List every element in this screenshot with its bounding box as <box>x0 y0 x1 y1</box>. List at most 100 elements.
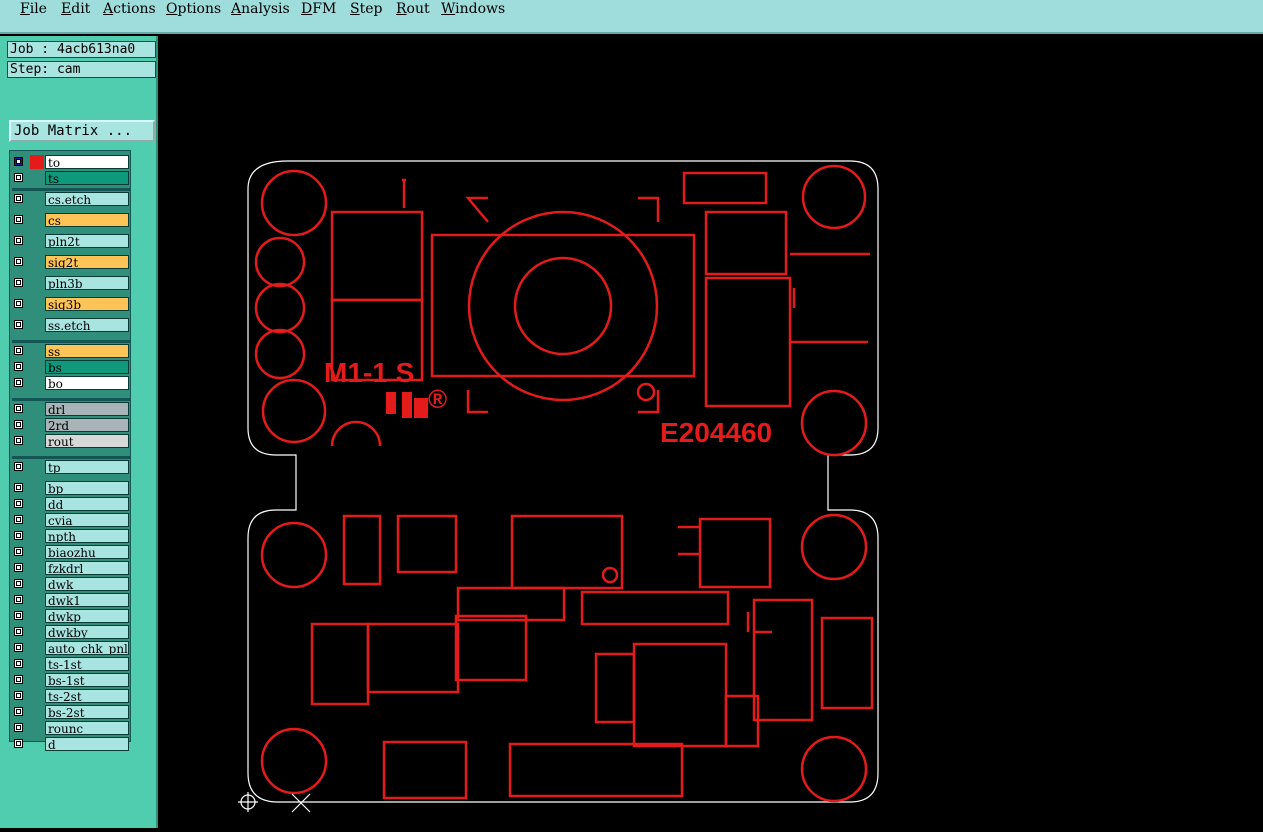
layer-checkbox[interactable] <box>14 404 23 413</box>
layer-row[interactable]: bo <box>12 376 130 391</box>
pad <box>254 236 306 288</box>
layer-row[interactable]: dwkby <box>12 625 130 640</box>
layer-checkbox[interactable] <box>14 563 23 572</box>
layer-row[interactable]: dd <box>12 497 130 512</box>
layer-row[interactable]: auto_chk_pnl <box>12 641 130 656</box>
layer-checkbox[interactable] <box>14 462 23 471</box>
graphics-canvas[interactable]: M1-1 S E204460 ® <box>160 36 1263 828</box>
layer-name: d <box>45 737 129 751</box>
layer-row[interactable]: dwk1 <box>12 593 130 608</box>
layer-row[interactable]: d <box>12 737 130 752</box>
layer-list: to ts cs.etch cs pln2t sig2t pln3b sig3b ss.etch… <box>9 150 131 751</box>
layer-checkbox[interactable] <box>14 675 23 684</box>
layer-row[interactable]: drl <box>12 402 130 417</box>
layer-checkbox[interactable] <box>14 627 23 636</box>
layer-name: ts-1st <box>45 657 129 671</box>
layer-checkbox[interactable] <box>14 483 23 492</box>
layer-name: 2rd <box>45 418 129 432</box>
layer-checkbox[interactable] <box>14 173 23 182</box>
layer-row[interactable]: sig3b <box>12 297 130 312</box>
layer-checkbox[interactable] <box>14 643 23 652</box>
hole <box>260 169 328 237</box>
layer-row[interactable]: to <box>12 155 130 170</box>
layer-checkbox[interactable] <box>14 257 23 266</box>
silk-registered-mark: ® <box>428 384 447 414</box>
pad <box>636 382 656 402</box>
layer-checkbox[interactable] <box>14 515 23 524</box>
layer-name: drl <box>45 402 129 416</box>
layer-row[interactable]: pln2t <box>12 234 130 249</box>
layer-checkbox[interactable] <box>14 436 23 445</box>
layer-row[interactable]: tp <box>12 460 130 475</box>
layer-checkbox[interactable] <box>14 215 23 224</box>
layer-checkbox[interactable] <box>14 194 23 203</box>
layer-color-swatch <box>30 155 44 169</box>
layer-row[interactable]: ts-2st <box>12 689 130 704</box>
layer-row[interactable]: biaozhu <box>12 545 130 560</box>
hole <box>800 389 868 457</box>
layer-checkbox[interactable] <box>14 320 23 329</box>
layer-checkbox[interactable] <box>14 739 23 748</box>
menu-actions[interactable]: Actions <box>103 1 156 17</box>
menu-step[interactable]: Step <box>350 1 382 17</box>
menu-rout[interactable]: Rout <box>396 1 430 17</box>
layer-checkbox[interactable] <box>14 499 23 508</box>
silk-model-text: M1-1 S <box>324 357 414 388</box>
layer-row[interactable]: bs-2st <box>12 705 130 720</box>
layer-checkbox[interactable] <box>14 362 23 371</box>
layer-row[interactable]: sig2t <box>12 255 130 270</box>
component <box>682 171 768 205</box>
layer-row[interactable]: dwk <box>12 577 130 592</box>
component <box>820 616 874 710</box>
left-panel: Job : 4acb613na0 Step: cam Job Matrix ..… <box>0 36 158 828</box>
layer-checkbox[interactable] <box>14 723 23 732</box>
layer-checkbox[interactable] <box>14 707 23 716</box>
hole <box>801 164 867 230</box>
layer-checkbox[interactable] <box>14 299 23 308</box>
layer-checkbox[interactable] <box>14 278 23 287</box>
layer-row[interactable]: ts-1st <box>12 657 130 672</box>
layer-checkbox[interactable] <box>14 378 23 387</box>
layer-row[interactable]: bs <box>12 360 130 375</box>
layer-checkbox[interactable] <box>14 547 23 556</box>
menu-edit[interactable]: Edit <box>61 1 90 17</box>
layer-checkbox[interactable] <box>14 595 23 604</box>
layer-row[interactable]: ts <box>12 171 130 186</box>
layer-row[interactable]: ss.etch <box>12 318 130 333</box>
layer-name: biaozhu <box>45 545 129 559</box>
layer-row[interactable]: 2rd <box>12 418 130 433</box>
layer-checkbox[interactable] <box>14 157 23 166</box>
layer-checkbox[interactable] <box>14 659 23 668</box>
job-matrix-button[interactable]: Job Matrix ... <box>9 120 155 142</box>
layer-checkbox[interactable] <box>14 579 23 588</box>
menu-options[interactable]: Options <box>166 1 221 17</box>
layer-checkbox[interactable] <box>14 611 23 620</box>
layer-row[interactable]: bp <box>12 481 130 496</box>
layer-row[interactable]: cs <box>12 213 130 228</box>
layer-row[interactable]: rounc <box>12 721 130 736</box>
layer-checkbox[interactable] <box>14 236 23 245</box>
menu-analysis[interactable]: Analysis <box>231 1 290 17</box>
menu-file[interactable]: File <box>20 1 47 17</box>
layer-row[interactable]: bs-1st <box>12 673 130 688</box>
layer-checkbox[interactable] <box>14 346 23 355</box>
layer-checkbox[interactable] <box>14 531 23 540</box>
layer-name: to <box>45 155 129 169</box>
layer-row[interactable]: fzkdrl <box>12 561 130 576</box>
layer-row[interactable]: dwkp <box>12 609 130 624</box>
layer-row[interactable]: cs.etch <box>12 192 130 207</box>
job-name-label: Job : 4acb613na0 <box>7 41 156 58</box>
component <box>580 590 730 626</box>
component <box>310 622 370 706</box>
layer-row[interactable]: npth <box>12 529 130 544</box>
layer-name: ts <box>45 171 129 185</box>
layer-row[interactable]: rout <box>12 434 130 449</box>
menu-dfm[interactable]: DFM <box>301 1 336 17</box>
layer-checkbox[interactable] <box>14 420 23 429</box>
layer-checkbox[interactable] <box>14 691 23 700</box>
menu-windows[interactable]: Windows <box>441 1 505 17</box>
layer-name: bs <box>45 360 129 374</box>
layer-row[interactable]: pln3b <box>12 276 130 291</box>
layer-row[interactable]: ss <box>12 344 130 359</box>
layer-row[interactable]: cvia <box>12 513 130 528</box>
